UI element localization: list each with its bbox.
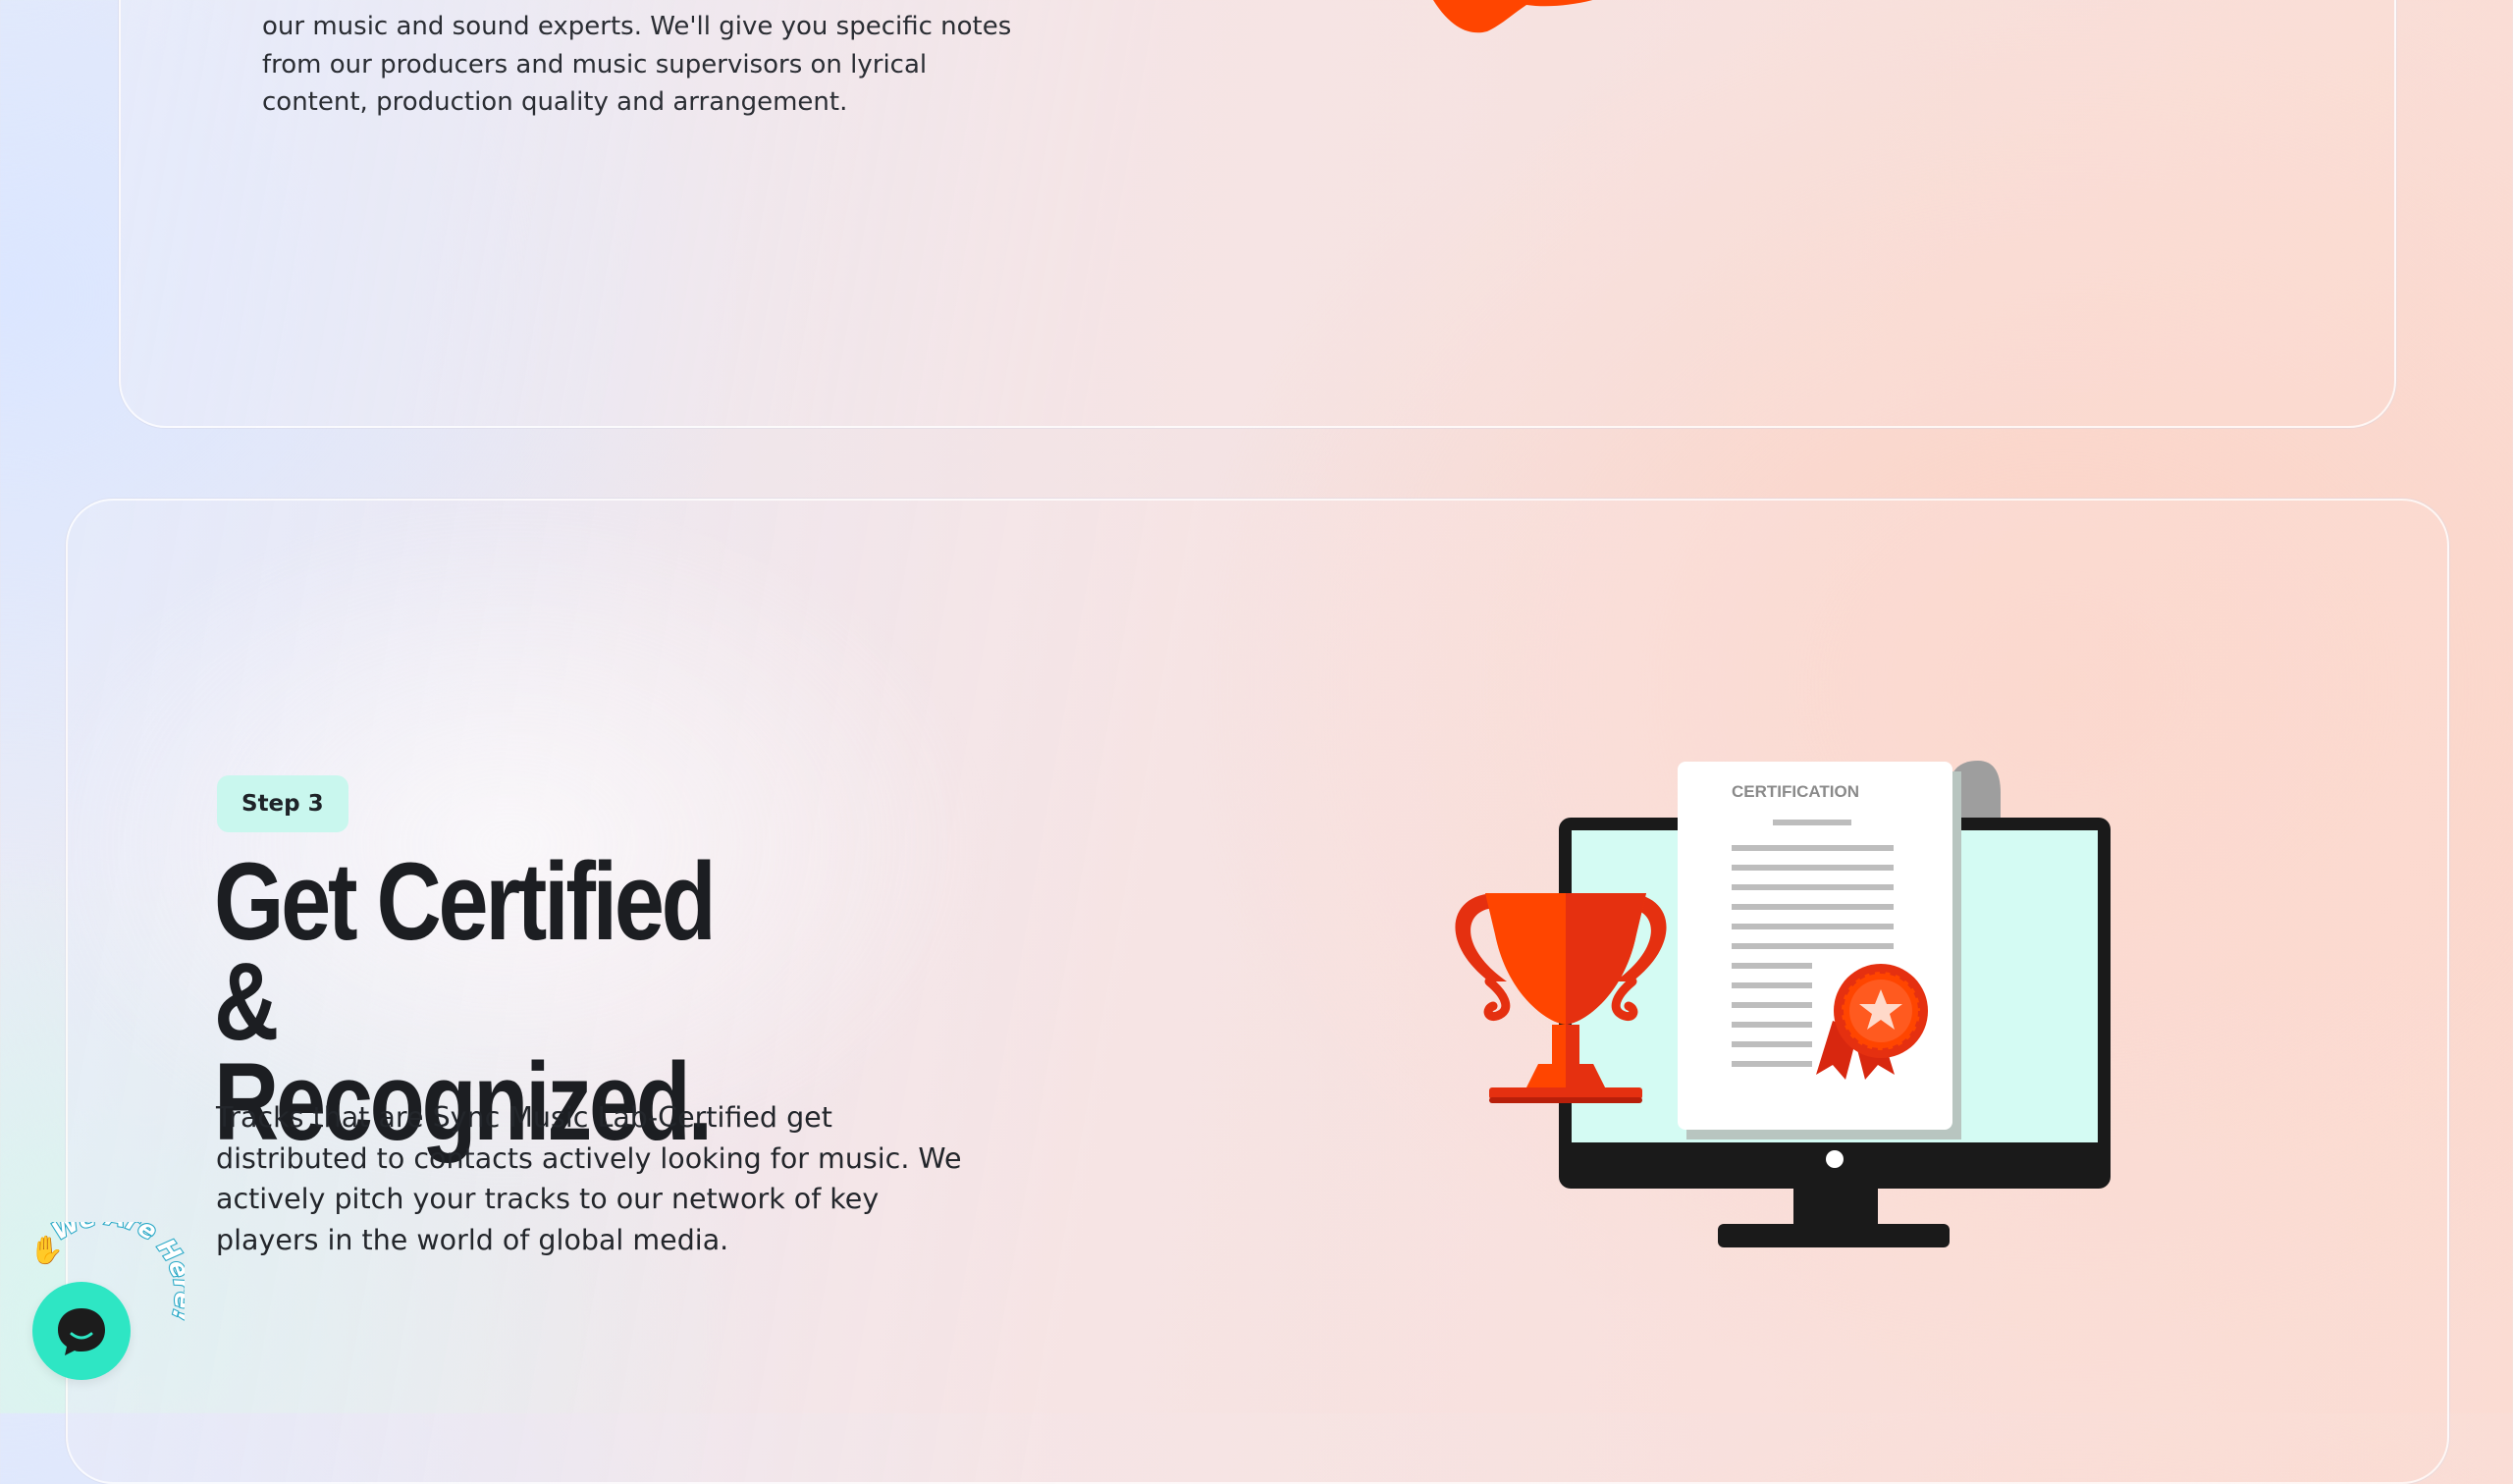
- orange-paint-splash-graphic: [1433, 0, 1593, 33]
- step-2-description: our music and sound experts. We'll give …: [262, 12, 1012, 117]
- chat-bubble-icon: [58, 1308, 105, 1355]
- chat-launcher-button[interactable]: [32, 1282, 131, 1380]
- certificate-title: CERTIFICATION: [1732, 782, 1859, 801]
- certificate-icon: CERTIFICATION: [1678, 761, 2001, 1140]
- certification-illustration: CERTIFICATION: [1455, 761, 2111, 1247]
- section-description: Tracks that are Sync Music Lab-Certified…: [216, 1101, 962, 1256]
- step-badge: Step 3: [217, 775, 348, 832]
